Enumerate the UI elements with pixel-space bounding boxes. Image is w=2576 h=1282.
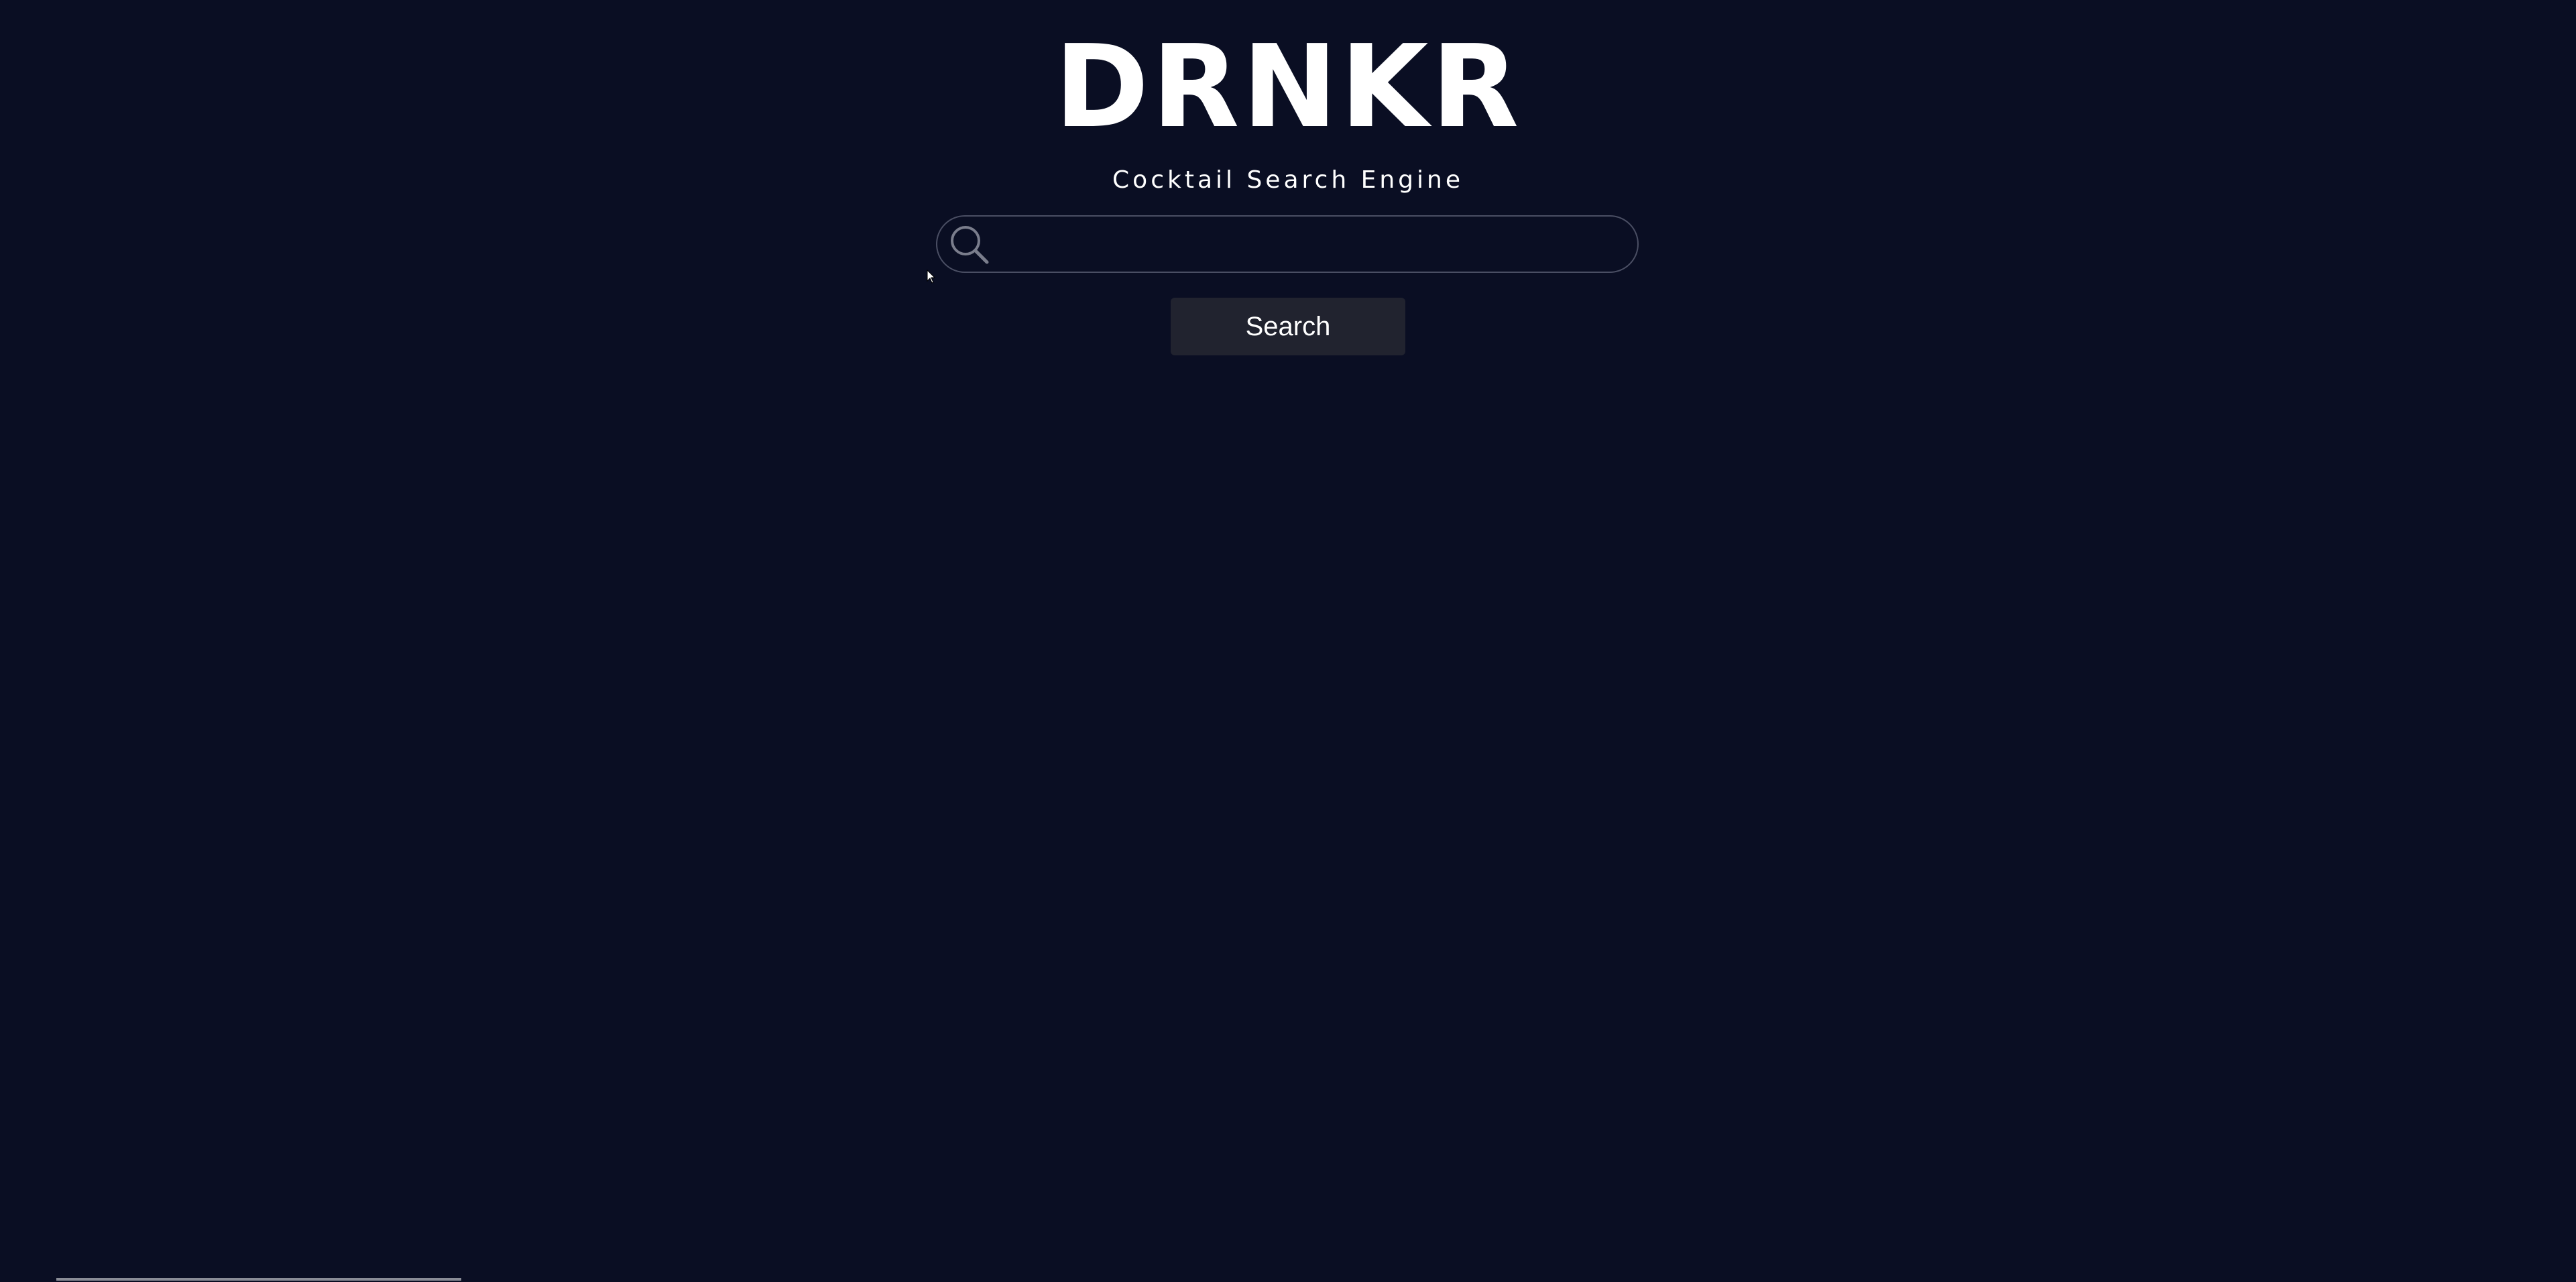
tagline: Cocktail Search Engine <box>1112 166 1464 194</box>
search-button[interactable]: Search <box>1171 298 1405 355</box>
mouse-cursor-icon <box>927 269 936 284</box>
logo-title: DRNKR <box>1054 21 1522 154</box>
search-box <box>936 215 1639 273</box>
scroll-indicator <box>56 1278 461 1281</box>
page: DRNKR Cocktail Search Engine Search <box>0 0 2576 1282</box>
search-icon <box>948 223 991 266</box>
search-input[interactable] <box>1002 221 1621 269</box>
